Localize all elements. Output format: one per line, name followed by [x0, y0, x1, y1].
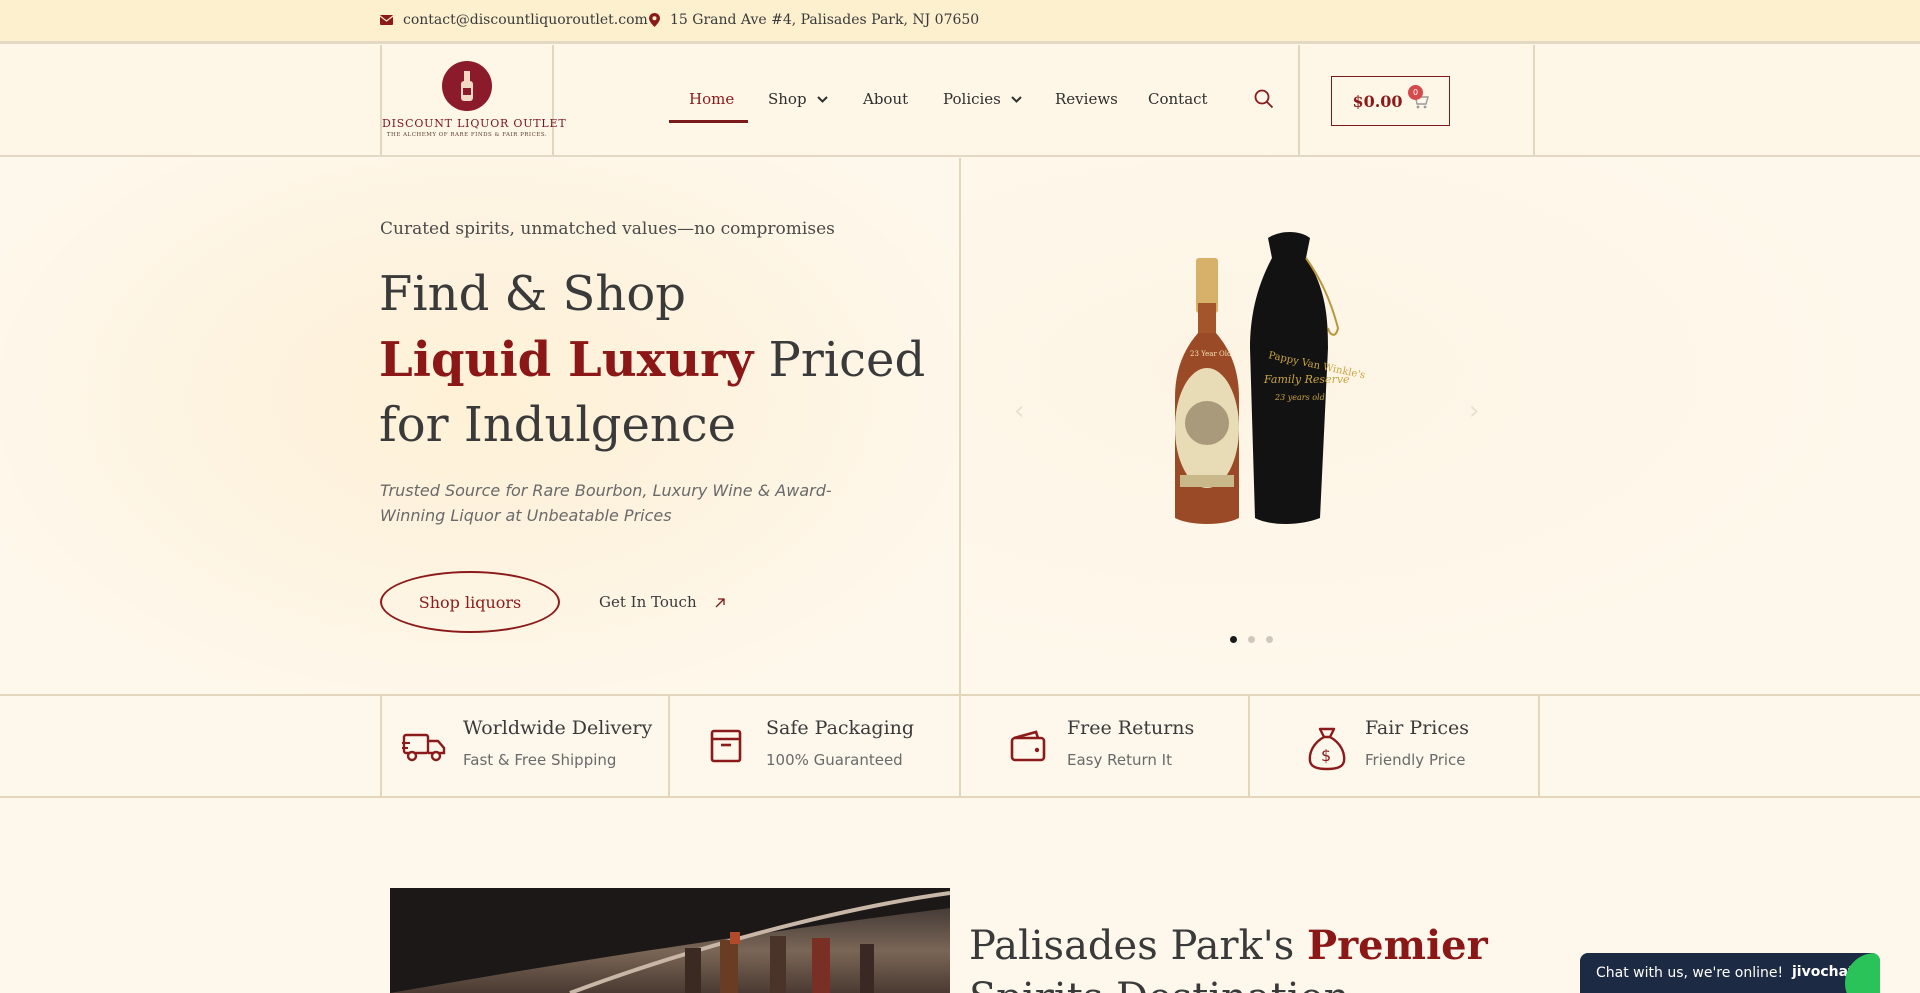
feature-subtitle: 100% Guaranteed	[766, 751, 903, 769]
section-heading-highlight: Premier	[1307, 922, 1488, 969]
truck-icon	[402, 733, 446, 762]
nav-shop[interactable]: Shop	[768, 90, 828, 108]
money-bag-icon: $	[1308, 727, 1346, 771]
nav-active-indicator	[669, 120, 748, 123]
get-in-touch-label: Get In Touch	[599, 593, 697, 611]
slider-dot[interactable]	[1230, 636, 1237, 643]
contact-address-text: 15 Grand Ave #4, Palisades Park, NJ 0765…	[670, 12, 980, 28]
feature-fair-prices: $ Fair Prices Friendly Price	[1248, 696, 1538, 796]
feature-worldwide-delivery: Worldwide Delivery Fast & Free Shipping	[380, 696, 668, 796]
logo-tagline: THE ALCHEMY OF RARE FINDS & FAIR PRICES.	[386, 132, 548, 138]
nav-home[interactable]: Home	[689, 90, 734, 108]
product-image-pappy-van-winkle: Pappy Van Winkle's Family Reserve 23 yea…	[1175, 232, 1366, 524]
feature-divider	[1538, 696, 1540, 796]
arrow-up-right-icon	[715, 597, 725, 607]
feature-subtitle: Friendly Price	[1365, 751, 1466, 769]
chat-widget-text: Chat with us, we're online!	[1596, 965, 1784, 981]
bottle-top-label: 23 Year Old	[1190, 350, 1232, 358]
nav-policies[interactable]: Policies	[943, 90, 1022, 108]
cart-count-badge: 0	[1408, 85, 1423, 100]
features-bar: Worldwide Delivery Fast & Free Shipping …	[0, 694, 1920, 798]
feature-title: Fair Prices	[1365, 717, 1469, 739]
hero-heading-line-1: Find & Shop	[379, 266, 686, 322]
hero-heading-line-3: for Indulgence	[379, 397, 737, 453]
top-contact-bar: contact@discountliquoroutlet.com 15 Gran…	[0, 0, 1920, 44]
bag-line-text: Family Reserve	[1263, 373, 1350, 386]
hero-heading-rest: Priced	[753, 332, 926, 388]
feature-subtitle: Easy Return It	[1067, 751, 1172, 769]
header-divider	[1533, 45, 1535, 155]
chevron-down-icon	[1011, 95, 1022, 103]
hero-heading-highlight: Liquid Luxury	[379, 332, 754, 388]
shop-liquors-button[interactable]: Shop liquors	[380, 571, 560, 633]
hero-subtitle: Curated spirits, unmatched values—no com…	[380, 219, 835, 239]
nav-reviews[interactable]: Reviews	[1055, 90, 1118, 108]
cart-button[interactable]: $0.00 0	[1331, 76, 1450, 126]
chat-status-indicator	[1845, 953, 1880, 993]
bag-age-text: 23 years old	[1274, 393, 1325, 402]
chevron-down-icon	[816, 95, 828, 103]
slider-dot[interactable]	[1248, 636, 1255, 643]
nav-contact[interactable]: Contact	[1148, 90, 1208, 108]
slider-dots	[1230, 636, 1284, 643]
nav-shop-label: Shop	[768, 90, 807, 108]
feature-title: Safe Packaging	[766, 717, 915, 739]
slider-prev-arrow[interactable]: ‹	[1014, 396, 1024, 426]
hero-right-panel	[961, 158, 1920, 694]
contact-email[interactable]: contact@discountliquoroutlet.com	[380, 12, 648, 28]
header-divider	[1298, 45, 1300, 155]
location-pin-icon	[649, 13, 660, 27]
get-in-touch-link[interactable]: Get In Touch	[599, 593, 726, 611]
hero-description: Trusted Source for Rare Bourbon, Luxury …	[380, 481, 832, 525]
search-icon[interactable]	[1254, 89, 1274, 109]
mail-icon	[380, 15, 393, 25]
section-heading: Palisades Park's Premier	[969, 922, 1488, 969]
hero-heading-line-2: Liquid Luxury Priced	[379, 336, 925, 384]
feature-free-returns: Free Returns Easy Return It	[959, 696, 1248, 796]
contact-address[interactable]: 15 Grand Ave #4, Palisades Park, NJ 0765…	[649, 12, 979, 28]
logo-brand-name: DISCOUNT LIQUOR OUTLET	[382, 117, 567, 130]
hero-divider	[959, 158, 961, 694]
logo-emblem	[442, 61, 492, 111]
nav-about[interactable]: About	[863, 90, 908, 108]
header-divider	[552, 45, 554, 155]
feature-safe-packaging: Safe Packaging 100% Guaranteed	[668, 696, 959, 796]
slider-dot[interactable]	[1266, 636, 1273, 643]
cart-total: $0.00	[1352, 91, 1403, 111]
section-heading-line-2: Spirits Destination	[969, 975, 1350, 993]
section-heading-plain: Palisades Park's	[969, 923, 1308, 969]
wallet-icon	[1010, 730, 1046, 762]
live-chat-widget[interactable]: Chat with us, we're online! jivochat	[1580, 953, 1880, 993]
nav-policies-label: Policies	[943, 90, 1001, 108]
box-icon	[710, 729, 742, 763]
feature-title: Free Returns	[1067, 717, 1195, 739]
feature-title: Worldwide Delivery	[463, 717, 653, 739]
feature-subtitle: Fast & Free Shipping	[463, 751, 617, 769]
contact-email-text: contact@discountliquoroutlet.com	[403, 12, 648, 28]
slider-next-arrow[interactable]: ›	[1469, 396, 1479, 426]
svg-text:$: $	[1321, 746, 1331, 765]
site-logo[interactable]: DISCOUNT LIQUOR OUTLET THE ALCHEMY OF RA…	[382, 61, 567, 138]
store-shelf-photo	[390, 888, 950, 993]
hero-section: Curated spirits, unmatched values—no com…	[0, 158, 1920, 694]
